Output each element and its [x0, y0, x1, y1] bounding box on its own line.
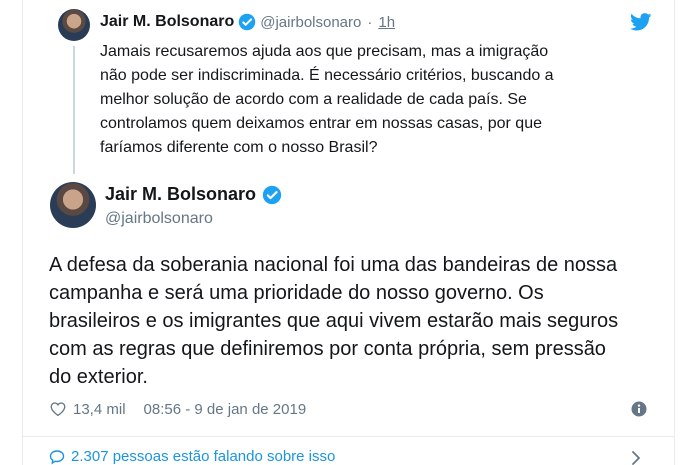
heart-icon[interactable]: [49, 400, 67, 418]
main-avatar[interactable]: [50, 182, 96, 228]
twitter-bird-icon[interactable]: [630, 13, 652, 31]
parent-author-handle[interactable]: @jairbolsonaro: [260, 14, 361, 31]
main-author-row: Jair M. Bolsonaro: [105, 184, 282, 205]
divider: [22, 436, 675, 437]
main-author-name[interactable]: Jair M. Bolsonaro: [105, 184, 256, 205]
like-count[interactable]: 13,4 mil: [73, 401, 126, 418]
verified-badge-icon: [262, 185, 282, 204]
parent-tweet-text: Jamais recusaremos ajuda aos que precisa…: [100, 43, 554, 156]
parent-avatar[interactable]: [58, 9, 90, 41]
main-author-handle[interactable]: @jairbolsonaro: [105, 210, 213, 228]
verified-badge-icon: [239, 13, 256, 31]
chevron-right-icon[interactable]: [628, 451, 644, 465]
info-icon[interactable]: [631, 401, 647, 417]
parent-tweet-header: Jair M. Bolsonaro @jairbolsonaro · 1h: [100, 11, 395, 33]
speech-bubble-icon: [49, 449, 65, 464]
conversation-link[interactable]: 2.307 pessoas estão falando sobre isso: [49, 448, 335, 465]
parent-author-name[interactable]: Jair M. Bolsonaro: [100, 13, 234, 31]
parent-tweet-time[interactable]: 1h: [378, 14, 395, 31]
header-separator: ·: [367, 13, 373, 31]
conversation-label: 2.307 pessoas estão falando sobre isso: [71, 448, 336, 465]
tweet-timestamp[interactable]: 08:56 - 9 de jan de 2019: [144, 401, 307, 418]
main-tweet-text: A defesa da soberania nacional foi uma d…: [49, 254, 619, 388]
tweet-meta: 13,4 mil 08:56 - 9 de jan de 2019: [49, 398, 306, 420]
thread-line: [73, 46, 75, 174]
